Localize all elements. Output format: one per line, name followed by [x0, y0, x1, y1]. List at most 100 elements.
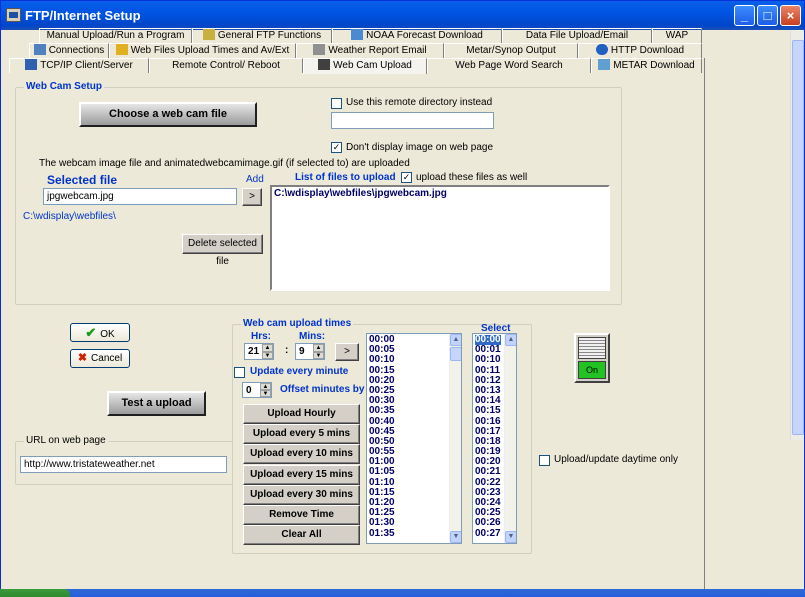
daytime-only-checkbox[interactable]: [539, 455, 550, 466]
select-scrollbar[interactable]: ▲ ▼: [504, 334, 516, 543]
tab-web-page-word-search[interactable]: Web Page Word Search: [427, 58, 591, 73]
tab-web-cam-upload[interactable]: Web Cam Upload: [303, 58, 427, 74]
tab-remote-control[interactable]: Remote Control/ Reboot: [149, 58, 303, 73]
upload-15-mins-button[interactable]: Upload every 15 mins: [243, 465, 360, 485]
select-scroll-up-icon[interactable]: ▲: [505, 334, 516, 346]
minutes-down-arrow[interactable]: ▼: [313, 351, 324, 359]
times-scroll-thumb[interactable]: [450, 347, 461, 361]
email-icon: [313, 44, 326, 55]
toggle-grille-icon: [578, 337, 606, 359]
start-button[interactable]: [0, 589, 70, 597]
upload-times-title: Web cam upload times: [241, 318, 354, 329]
ok-button[interactable]: ✔ OK: [70, 323, 130, 342]
list-item[interactable]: 01:35: [369, 528, 395, 539]
dont-display-checkbox[interactable]: ✓: [331, 142, 342, 153]
upload-toggle-switch[interactable]: On: [574, 333, 610, 383]
minimize-button[interactable]: _: [734, 5, 755, 26]
offset-down-arrow[interactable]: ▼: [260, 390, 271, 397]
ok-label: OK: [100, 329, 115, 340]
times-scrollbar[interactable]: ▲ ▼: [449, 334, 461, 543]
hours-stepper[interactable]: 21 ▲ ▼: [244, 343, 274, 360]
update-every-minute-checkbox[interactable]: [234, 367, 245, 378]
list-item[interactable]: 00:27: [475, 528, 501, 539]
daytime-only-label: Upload/update daytime only: [554, 454, 678, 465]
offset-stepper[interactable]: 0 ▲ ▼: [242, 382, 272, 398]
time-colon: :: [285, 345, 289, 356]
window-scroll-thumb[interactable]: [792, 40, 804, 435]
ftp-setup-window: FTP/Internet Setup _ □ × Manual Upload/R…: [0, 0, 805, 597]
minutes-up-arrow[interactable]: ▲: [313, 344, 324, 352]
tab-tcpip[interactable]: TCP/IP Client/Server: [9, 58, 149, 73]
upload-times-items: 00:00 00:05 00:10 00:15 00:20 00:25 00:30 00:35…: [369, 334, 395, 539]
hours-up-arrow[interactable]: ▲: [262, 344, 273, 352]
delete-selected-file-button[interactable]: Delete selected file: [182, 234, 263, 267]
upload-5-mins-button[interactable]: Upload every 5 mins: [243, 424, 360, 444]
window-title: FTP/Internet Setup: [25, 8, 141, 23]
clear-all-button[interactable]: Clear All: [243, 525, 360, 545]
hours-down-arrow[interactable]: ▼: [262, 351, 273, 359]
tab-weather-report-email[interactable]: Weather Report Email: [296, 43, 444, 58]
window-scrollbar[interactable]: [790, 30, 804, 440]
panel-edge: [704, 58, 705, 594]
list-item[interactable]: 00:35: [369, 406, 395, 416]
mins-label: Mins:: [299, 331, 326, 342]
connections-icon: [33, 44, 46, 55]
tab-tcpip-label: TCP/IP Client/Server: [40, 60, 133, 71]
webcam-info-text: The webcam image file and animatedwebcam…: [39, 158, 410, 169]
remote-directory-checkbox[interactable]: [331, 98, 342, 109]
minutes-value: 9: [299, 346, 305, 357]
files-to-upload-list[interactable]: C:\wdisplay\webfiles\jpgwebcam.jpg: [270, 185, 610, 291]
tab-connections[interactable]: Connections: [29, 43, 109, 58]
offset-up-arrow[interactable]: ▲: [260, 383, 271, 390]
remove-time-button[interactable]: Remove Time: [243, 505, 360, 525]
tab-data-file-upload[interactable]: Data File Upload/Email: [502, 28, 652, 43]
times-scroll-down-icon[interactable]: ▼: [450, 531, 461, 543]
files-to-upload-label: List of files to upload: [295, 172, 396, 183]
tab-metar-label: METAR Download: [613, 60, 695, 71]
add-label: Add: [246, 174, 264, 185]
tab-general-ftp[interactable]: General FTP Functions: [192, 28, 332, 43]
list-item[interactable]: 00:15: [475, 406, 501, 416]
ok-check-icon: ✔: [85, 325, 97, 340]
upload-30-mins-button[interactable]: Upload every 30 mins: [243, 485, 360, 505]
select-scroll-down-icon[interactable]: ▼: [505, 531, 516, 543]
cancel-x-icon: ✖: [77, 352, 88, 364]
add-file-button[interactable]: >: [242, 188, 262, 206]
close-button[interactable]: ×: [780, 5, 801, 26]
list-item[interactable]: C:\wdisplay\webfiles\jpgwebcam.jpg: [274, 188, 447, 199]
offset-label: Offset minutes by: [280, 384, 365, 395]
tab-webcam-label: Web Cam Upload: [333, 60, 412, 71]
times-scroll-up-icon[interactable]: ▲: [450, 334, 461, 346]
upload-hourly-button[interactable]: Upload Hourly: [243, 404, 360, 424]
select-times-items: 00:00 00:01 00:10 00:11 00:12 00:13 00:14 00:15…: [475, 334, 501, 539]
maximize-button[interactable]: □: [757, 5, 778, 26]
tab-web-files-upload[interactable]: Web Files Upload Times and Av/Ext: [109, 43, 296, 58]
tab-manual-upload[interactable]: Manual Upload/Run a Program: [39, 28, 192, 43]
url-input[interactable]: http://www.tristateweather.net: [20, 456, 227, 473]
hours-value: 21: [248, 346, 260, 357]
files-icon: [115, 44, 128, 55]
upload-times-list[interactable]: 00:00 00:05 00:10 00:15 00:20 00:25 00:30 00:35…: [366, 333, 462, 544]
metar-icon: [598, 59, 611, 70]
cancel-label: Cancel: [91, 353, 123, 364]
tab-metar-synop[interactable]: Metar/Synop Output: [444, 43, 578, 58]
tab-wap[interactable]: WAP: [652, 28, 702, 43]
test-upload-button[interactable]: Test a upload: [107, 391, 206, 416]
cancel-button[interactable]: ✖ Cancel: [70, 349, 130, 368]
tab-http-download[interactable]: HTTP Download: [578, 43, 702, 58]
tab-noaa-forecast[interactable]: NOAA Forecast Download: [332, 28, 502, 43]
add-time-button[interactable]: >: [335, 343, 359, 361]
tab-connections-label: Connections: [48, 45, 105, 56]
tab-general-ftp-label: General FTP Functions: [217, 30, 322, 41]
tab-metar-download[interactable]: METAR Download: [591, 58, 702, 73]
upload-these-files-checkbox[interactable]: ✓: [401, 172, 412, 183]
upload-10-mins-button[interactable]: Upload every 10 mins: [243, 444, 360, 464]
network-icon: [25, 59, 38, 70]
remote-directory-input[interactable]: [331, 112, 494, 129]
minutes-stepper[interactable]: 9 ▲ ▼: [295, 343, 325, 360]
selected-file-input[interactable]: jpgwebcam.jpg: [43, 188, 237, 205]
tab-web-files-label: Web Files Upload Times and Av/Ext: [130, 45, 290, 56]
choose-webcam-file-button[interactable]: Choose a web cam file: [79, 102, 257, 127]
select-times-list[interactable]: 00:00 00:01 00:10 00:11 00:12 00:13 00:14 00:15…: [472, 333, 517, 544]
title-bar[interactable]: FTP/Internet Setup _ □ ×: [1, 1, 804, 30]
